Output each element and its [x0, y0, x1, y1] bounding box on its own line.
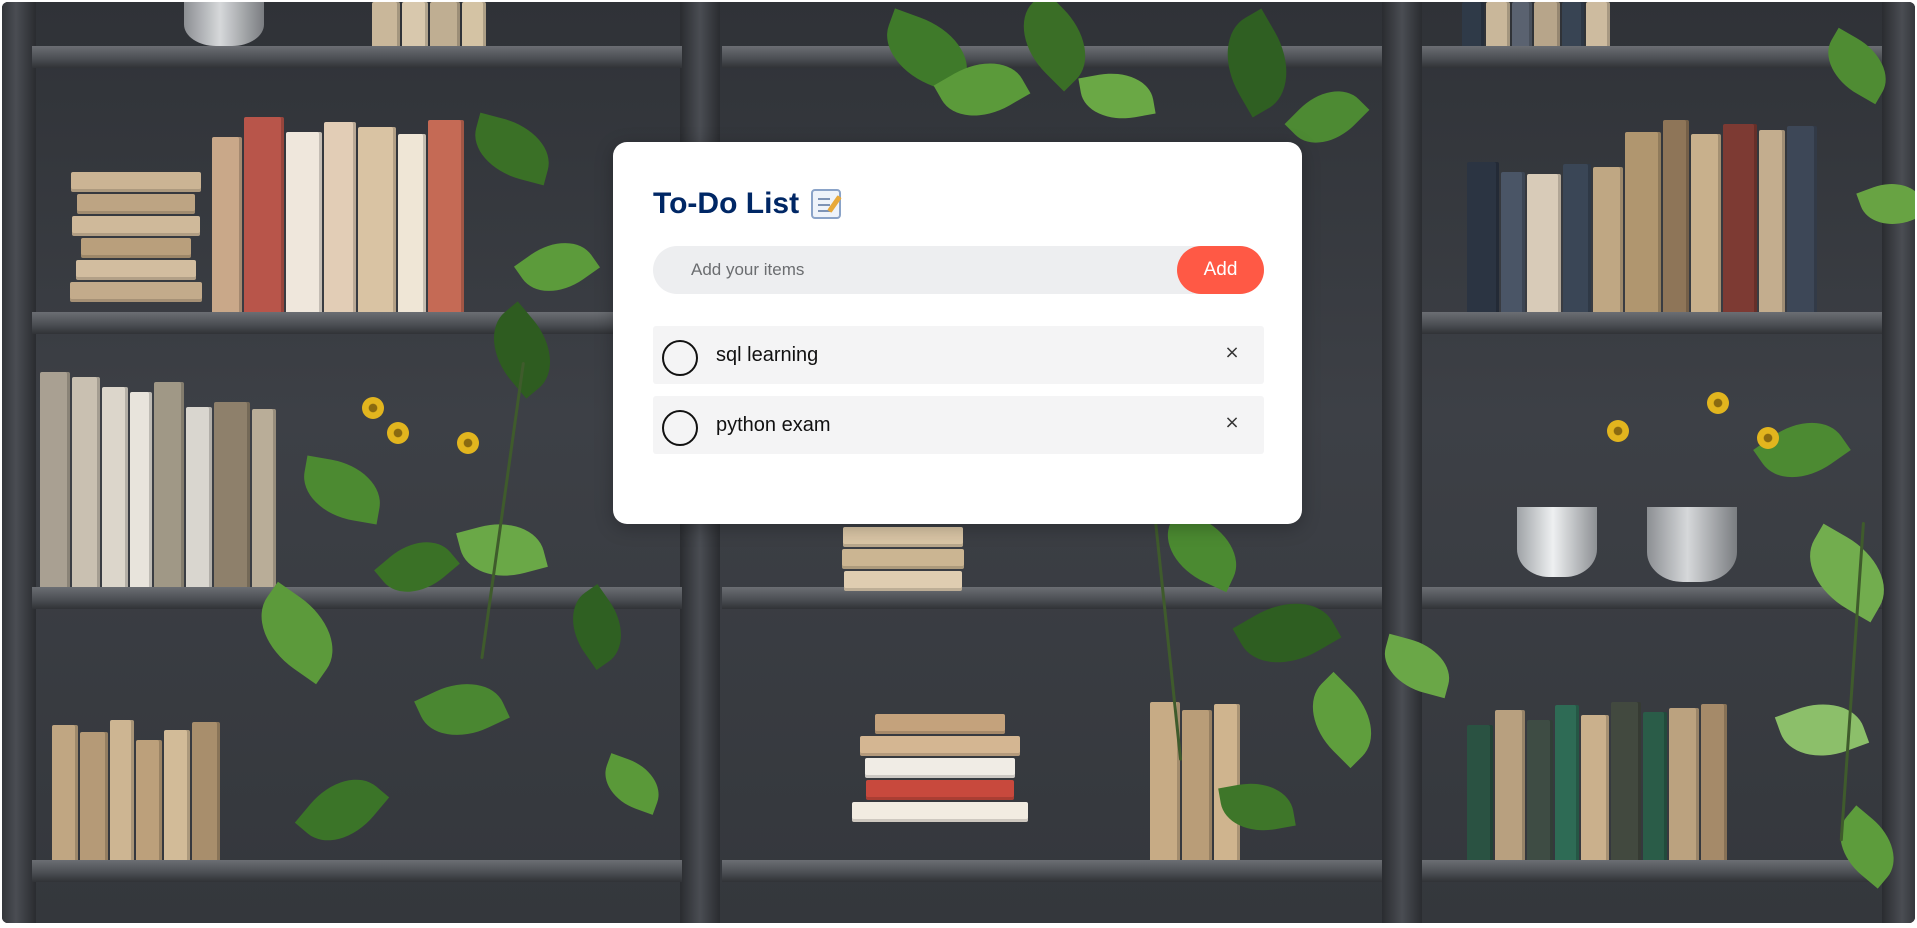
close-icon[interactable]: × — [1220, 410, 1244, 434]
list-item[interactable]: sql learning × — [653, 326, 1264, 384]
close-icon[interactable]: × — [1220, 340, 1244, 364]
add-button[interactable]: Add — [1177, 246, 1264, 294]
todo-text: python exam — [716, 413, 831, 436]
todo-input[interactable] — [653, 246, 1177, 294]
unchecked-circle-icon[interactable] — [662, 410, 698, 446]
todo-text: sql learning — [716, 343, 819, 366]
add-item-row: Add — [653, 246, 1264, 294]
todo-list: sql learning × python exam × — [653, 326, 1264, 454]
page-title: To-Do List — [653, 187, 800, 220]
memo-icon — [811, 189, 842, 219]
list-item[interactable]: python exam × — [653, 396, 1264, 454]
todo-card: To-Do List Add sql learning × python exa… — [613, 142, 1302, 524]
unchecked-circle-icon[interactable] — [662, 340, 698, 376]
header: To-Do List — [653, 186, 1264, 222]
